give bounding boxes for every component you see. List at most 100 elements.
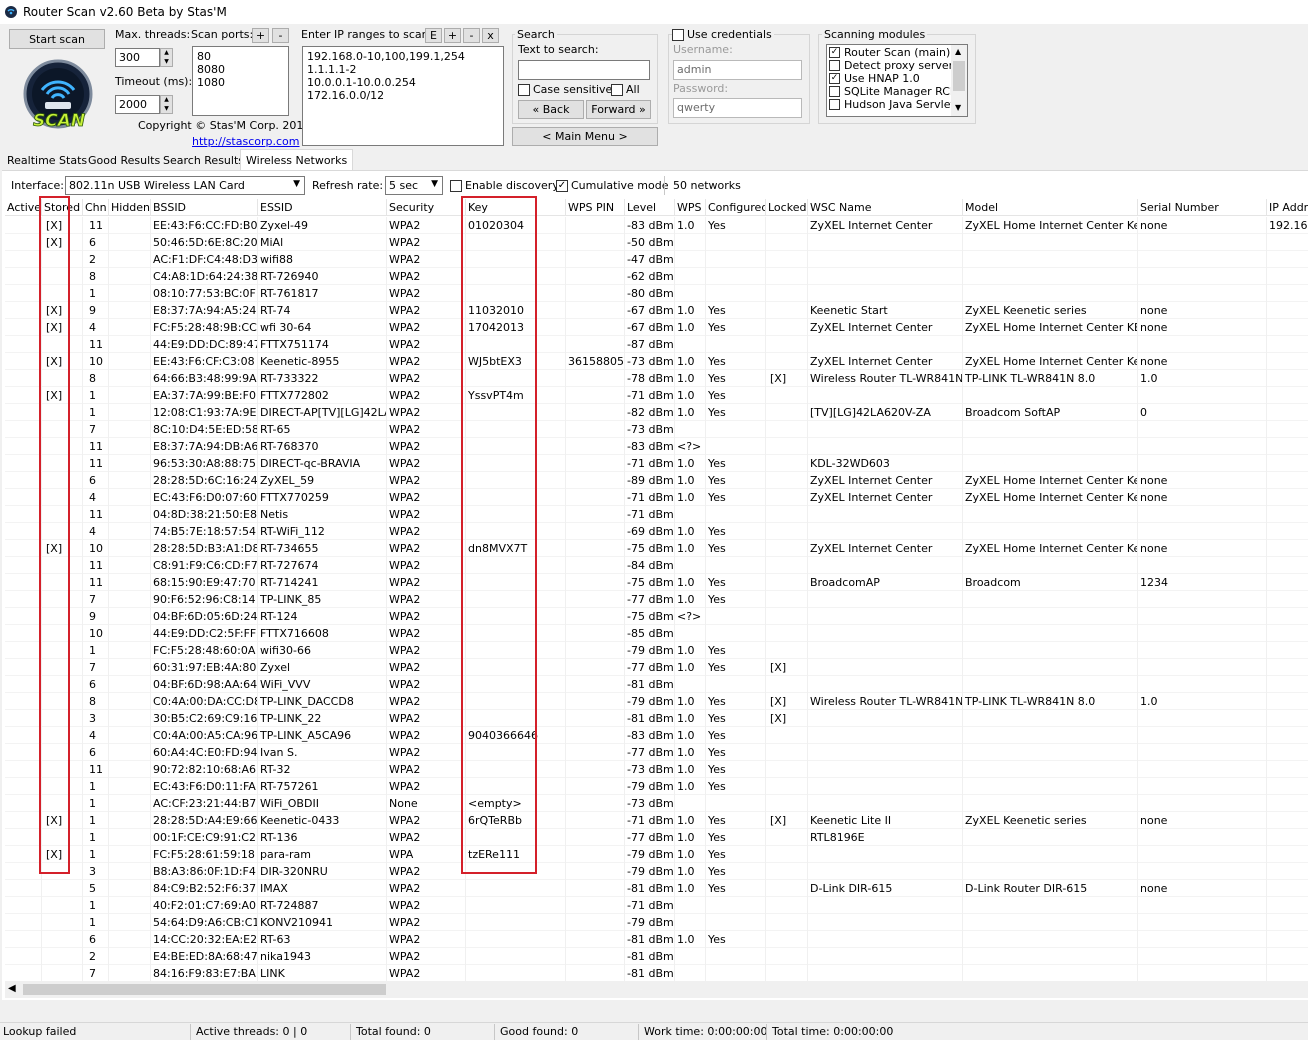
cell-wsc-name[interactable] <box>808 421 963 438</box>
cell-serial-number[interactable] <box>1138 557 1267 574</box>
cell-serial-number[interactable] <box>1138 438 1267 455</box>
cell-ip-address[interactable] <box>1267 727 1308 744</box>
cell-wps-pin[interactable] <box>566 540 625 557</box>
cell-channel[interactable]: 7 <box>83 659 109 676</box>
cell-wps-pin[interactable] <box>566 506 625 523</box>
column-header-essid[interactable]: ESSID <box>258 199 387 216</box>
cell-configured[interactable] <box>706 625 766 642</box>
cell-wps[interactable] <box>675 557 706 574</box>
cell-configured[interactable]: Yes <box>706 710 766 727</box>
cell-wsc-name[interactable] <box>808 642 963 659</box>
cell-channel[interactable]: 6 <box>83 744 109 761</box>
cell-stored[interactable] <box>42 948 83 965</box>
cell-active[interactable] <box>5 523 42 540</box>
cell-ip-address[interactable] <box>1267 948 1308 965</box>
cell-wps-pin[interactable] <box>566 676 625 693</box>
cell-channel[interactable]: 10 <box>83 353 109 370</box>
cell-channel[interactable]: 9 <box>83 608 109 625</box>
cell-essid[interactable]: RT-724887 <box>258 897 387 914</box>
cell-bssid[interactable]: 54:64:D9:A6:CB:C1 <box>151 914 258 931</box>
cell-hidden[interactable] <box>109 795 151 812</box>
cell-security[interactable]: WPA2 <box>387 268 466 285</box>
tab-good-results[interactable]: Good Results <box>83 151 165 170</box>
cell-wps[interactable]: 1.0 <box>675 931 706 948</box>
cell-security[interactable]: WPA2 <box>387 812 466 829</box>
cell-model[interactable]: Broadcom SoftAP <box>963 404 1138 421</box>
cell-level[interactable]: -85 dBm <box>625 625 675 642</box>
cell-ip-address[interactable] <box>1267 285 1308 302</box>
cell-level[interactable]: -71 dBm <box>625 455 675 472</box>
cell-channel[interactable]: 6 <box>83 676 109 693</box>
spin-up-icon[interactable]: ▲ <box>161 96 172 105</box>
cell-ip-address[interactable] <box>1267 591 1308 608</box>
cell-model[interactable] <box>963 778 1138 795</box>
cell-locked[interactable] <box>766 319 808 336</box>
password-input[interactable]: qwerty <box>673 98 802 118</box>
cell-channel[interactable]: 1 <box>83 812 109 829</box>
module-item[interactable]: ✓ Router Scan (main) <box>829 46 965 59</box>
cell-locked[interactable]: [X] <box>766 710 808 727</box>
cell-serial-number[interactable] <box>1138 625 1267 642</box>
cell-model[interactable] <box>963 761 1138 778</box>
cell-level[interactable]: -75 dBm <box>625 540 675 557</box>
cell-locked[interactable] <box>766 404 808 421</box>
cell-model[interactable] <box>963 829 1138 846</box>
cell-serial-number[interactable] <box>1138 863 1267 880</box>
cell-level[interactable]: -73 dBm <box>625 421 675 438</box>
cell-bssid[interactable]: 12:08:C1:93:7A:9E <box>151 404 258 421</box>
cell-wsc-name[interactable]: ZyXEL Internet Center <box>808 472 963 489</box>
cell-channel[interactable]: 7 <box>83 965 109 981</box>
cell-wsc-name[interactable] <box>808 251 963 268</box>
cell-security[interactable]: WPA2 <box>387 693 466 710</box>
ip-range-item[interactable]: 192.168.0-10,100,199.1,254 <box>307 50 499 63</box>
cell-model[interactable] <box>963 948 1138 965</box>
cell-channel[interactable]: 1 <box>83 795 109 812</box>
cell-wps[interactable]: 1.0 <box>675 489 706 506</box>
cell-hidden[interactable] <box>109 574 151 591</box>
cell-wps-pin[interactable] <box>566 438 625 455</box>
cell-ip-address[interactable] <box>1267 336 1308 353</box>
cell-bssid[interactable]: C4:A8:1D:64:24:38 <box>151 268 258 285</box>
cell-wps-pin[interactable] <box>566 965 625 981</box>
cell-serial-number[interactable] <box>1138 455 1267 472</box>
cell-ip-address[interactable] <box>1267 506 1308 523</box>
cell-ip-address[interactable] <box>1267 557 1308 574</box>
cell-hidden[interactable] <box>109 251 151 268</box>
cell-active[interactable] <box>5 761 42 778</box>
cell-serial-number[interactable] <box>1138 591 1267 608</box>
cell-serial-number[interactable]: none <box>1138 217 1267 234</box>
timeout-spinner[interactable]: ▲ ▼ <box>160 95 173 114</box>
cell-configured[interactable] <box>706 965 766 981</box>
cell-channel[interactable]: 6 <box>83 931 109 948</box>
cell-locked[interactable] <box>766 625 808 642</box>
cell-bssid[interactable]: 96:53:30:A8:88:75 <box>151 455 258 472</box>
cell-active[interactable] <box>5 897 42 914</box>
cell-active[interactable] <box>5 642 42 659</box>
cell-wps[interactable]: 1.0 <box>675 591 706 608</box>
scroll-thumb[interactable] <box>953 61 965 91</box>
cell-wps-pin[interactable] <box>566 234 625 251</box>
cell-bssid[interactable]: 50:46:5D:6E:8C:20 <box>151 234 258 251</box>
cell-bssid[interactable]: 08:10:77:53:BC:0F <box>151 285 258 302</box>
cell-security[interactable]: WPA2 <box>387 540 466 557</box>
cell-bssid[interactable]: 84:C9:B2:52:F6:37 <box>151 880 258 897</box>
cell-model[interactable]: ZyXEL Home Internet Center Keene <box>963 472 1138 489</box>
cell-hidden[interactable] <box>109 812 151 829</box>
cell-wsc-name[interactable] <box>808 268 963 285</box>
cell-wps[interactable]: 1.0 <box>675 523 706 540</box>
cell-wps[interactable]: 1.0 <box>675 880 706 897</box>
edit-range-button[interactable]: E <box>425 28 442 43</box>
cell-ip-address[interactable] <box>1267 965 1308 981</box>
cell-locked[interactable] <box>766 268 808 285</box>
cell-model[interactable] <box>963 727 1138 744</box>
cell-ip-address[interactable] <box>1267 404 1308 421</box>
cell-security[interactable]: WPA2 <box>387 421 466 438</box>
add-port-button[interactable]: + <box>252 28 269 43</box>
cell-hidden[interactable] <box>109 370 151 387</box>
cell-active[interactable] <box>5 744 42 761</box>
cell-wsc-name[interactable] <box>808 234 963 251</box>
cell-wps-pin[interactable] <box>566 591 625 608</box>
cell-level[interactable]: -87 dBm <box>625 336 675 353</box>
cell-hidden[interactable] <box>109 557 151 574</box>
cell-serial-number[interactable]: none <box>1138 319 1267 336</box>
